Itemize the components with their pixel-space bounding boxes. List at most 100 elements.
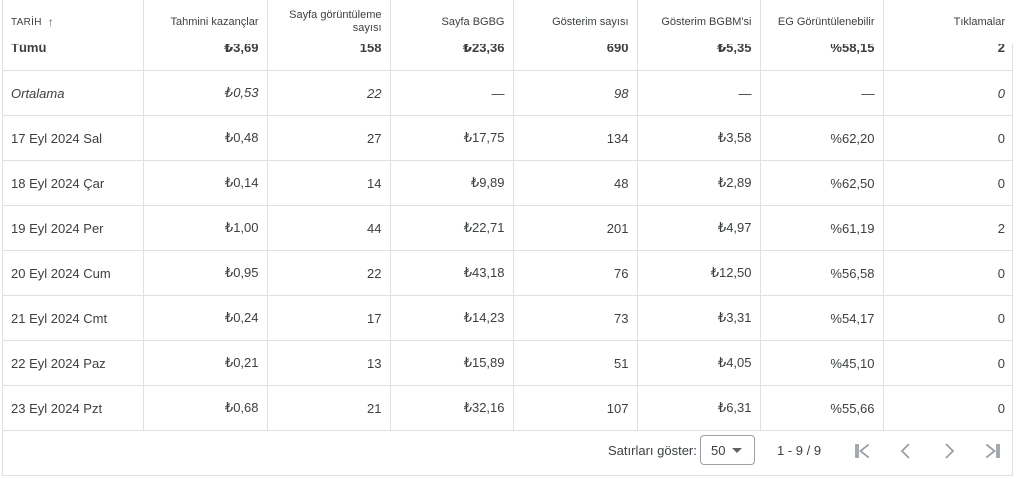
cell-impression-rpm: ₺12,50 bbox=[637, 250, 761, 296]
column-header-pageviews[interactable]: Sayfa görüntüleme sayısı bbox=[267, 0, 391, 44]
table-row: 20 Eyl 2024 Cum ₺0,95 22 ₺43,18 76 ₺12,50 %56,… bbox=[3, 250, 1013, 296]
column-header-page-rpm[interactable]: Sayfa BGBG bbox=[390, 0, 514, 44]
cell-earnings: ₺0,95 bbox=[143, 250, 268, 296]
cell-earnings: ₺0,68 bbox=[143, 385, 268, 431]
cell-impression-rpm: ₺3,58 bbox=[637, 115, 761, 161]
cell-viewable: %45,10 bbox=[760, 340, 884, 386]
cell-clicks: 0 bbox=[883, 160, 1013, 206]
cell-impressions: 51 bbox=[513, 340, 638, 386]
rows-per-page-select[interactable]: 50 bbox=[700, 435, 755, 465]
last-page-icon[interactable] bbox=[981, 439, 1005, 463]
table-row: 21 Eyl 2024 Cmt ₺0,24 17 ₺14,23 73 ₺3,31 %54,1… bbox=[3, 295, 1013, 341]
cell-page-rpm: ₺32,16 bbox=[390, 385, 514, 431]
cell-pageviews: 21 bbox=[267, 385, 391, 431]
cell-page-rpm: ₺14,23 bbox=[390, 295, 514, 341]
report-table: TARİH ↑ Tahmini kazançlar Sayfa görüntüle… bbox=[3, 0, 1013, 431]
table-row: 19 Eyl 2024 Per ₺1,00 44 ₺22,71 201 ₺4,97 %61,… bbox=[3, 205, 1013, 251]
table-row: 17 Eyl 2024 Sal ₺0,48 27 ₺17,75 134 ₺3,58 %62,… bbox=[3, 115, 1013, 161]
total-clicks: 2 bbox=[883, 44, 1013, 71]
column-header-label: TARİH bbox=[11, 16, 42, 28]
total-label: Tümü bbox=[3, 44, 144, 71]
average-clicks: 0 bbox=[883, 70, 1013, 116]
cell-earnings: ₺0,48 bbox=[143, 115, 268, 161]
cell-impressions: 76 bbox=[513, 250, 638, 296]
table-row: 23 Eyl 2024 Pzt ₺0,68 21 ₺32,16 107 ₺6,31 %55,… bbox=[3, 385, 1013, 431]
column-header-earnings[interactable]: Tahmini kazançlar bbox=[143, 0, 268, 44]
cell-clicks: 2 bbox=[883, 205, 1013, 251]
cell-clicks: 0 bbox=[883, 250, 1013, 296]
rows-per-page-label: Satırları göster: bbox=[608, 443, 697, 458]
cell-page-rpm: ₺15,89 bbox=[390, 340, 514, 386]
chevron-right-icon[interactable] bbox=[937, 439, 961, 463]
cell-page-rpm: ₺17,75 bbox=[390, 115, 514, 161]
total-earnings: ₺3,69 bbox=[143, 44, 268, 71]
average-label: Ortalama bbox=[3, 70, 144, 116]
total-impression-rpm: ₺5,35 bbox=[637, 44, 761, 71]
cell-viewable: %54,17 bbox=[760, 295, 884, 341]
cell-clicks: 0 bbox=[883, 385, 1013, 431]
cell-pageviews: 17 bbox=[267, 295, 391, 341]
cell-impression-rpm: ₺4,97 bbox=[637, 205, 761, 251]
cell-impression-rpm: ₺2,89 bbox=[637, 160, 761, 206]
cell-clicks: 0 bbox=[883, 295, 1013, 341]
cell-impressions: 107 bbox=[513, 385, 638, 431]
table-row: 18 Eyl 2024 Çar ₺0,14 14 ₺9,89 48 ₺2,89 %62,50… bbox=[3, 160, 1013, 206]
column-header-date[interactable]: TARİH ↑ bbox=[3, 0, 144, 44]
report-table-panel: TARİH ↑ Tahmini kazançlar Sayfa görüntüle… bbox=[2, 0, 1013, 476]
cell-page-rpm: ₺22,71 bbox=[390, 205, 514, 251]
cell-page-rpm: ₺9,89 bbox=[390, 160, 514, 206]
cell-date: 22 Eyl 2024 Paz bbox=[3, 340, 144, 386]
cell-date: 18 Eyl 2024 Çar bbox=[3, 160, 144, 206]
cell-viewable: %62,20 bbox=[760, 115, 884, 161]
average-impressions: 98 bbox=[513, 70, 638, 116]
cell-viewable: %62,50 bbox=[760, 160, 884, 206]
average-earnings: ₺0,53 bbox=[143, 70, 268, 116]
cell-viewable: %61,19 bbox=[760, 205, 884, 251]
cell-clicks: 0 bbox=[883, 340, 1013, 386]
cell-impression-rpm: ₺6,31 bbox=[637, 385, 761, 431]
pagination-footer: Satırları göster: 50 1 - 9 / 9 bbox=[3, 426, 1013, 476]
cell-date: 20 Eyl 2024 Cum bbox=[3, 250, 144, 296]
first-page-icon[interactable] bbox=[850, 439, 874, 463]
data-rows: 17 Eyl 2024 Sal ₺0,48 27 ₺17,75 134 ₺3,58 %62,… bbox=[3, 115, 1013, 431]
cell-pageviews: 14 bbox=[267, 160, 391, 206]
column-header-impressions[interactable]: Gösterim sayısı bbox=[513, 0, 638, 44]
table-row: 22 Eyl 2024 Paz ₺0,21 13 ₺15,89 51 ₺4,05 %45,1… bbox=[3, 340, 1013, 386]
page-range-text: 1 - 9 / 9 bbox=[777, 443, 822, 458]
cell-date: 21 Eyl 2024 Cmt bbox=[3, 295, 144, 341]
column-header-impression-rpm[interactable]: Gösterim BGBM'si bbox=[637, 0, 761, 44]
total-row: Tümü ₺3,69 158 ₺23,36 690 ₺5,35 %58,15 2 bbox=[3, 44, 1013, 71]
cell-page-rpm: ₺43,18 bbox=[390, 250, 514, 296]
caret-down-icon bbox=[732, 448, 742, 453]
cell-impressions: 73 bbox=[513, 295, 638, 341]
arrow-up-icon[interactable]: ↑ bbox=[48, 15, 54, 29]
average-row: Ortalama ₺0,53 22 — 98 — — 0 bbox=[3, 70, 1013, 116]
average-impression-rpm: — bbox=[637, 70, 761, 116]
column-header-clicks[interactable]: Tıklamalar bbox=[883, 0, 1013, 44]
total-pageviews: 158 bbox=[267, 44, 391, 71]
total-page-rpm: ₺23,36 bbox=[390, 44, 514, 71]
cell-pageviews: 22 bbox=[267, 250, 391, 296]
header-row: TARİH ↑ Tahmini kazançlar Sayfa görüntüle… bbox=[3, 0, 1013, 44]
rows-per-page-value: 50 bbox=[711, 442, 726, 458]
column-header-viewable[interactable]: EG Görüntülenebilir bbox=[760, 0, 884, 44]
cell-earnings: ₺0,24 bbox=[143, 295, 268, 341]
cell-date: 19 Eyl 2024 Per bbox=[3, 205, 144, 251]
total-impressions: 690 bbox=[513, 44, 638, 71]
cell-viewable: %55,66 bbox=[760, 385, 884, 431]
average-viewable: — bbox=[760, 70, 884, 116]
cell-impressions: 48 bbox=[513, 160, 638, 206]
cell-impressions: 134 bbox=[513, 115, 638, 161]
cell-clicks: 0 bbox=[883, 115, 1013, 161]
cell-impression-rpm: ₺4,05 bbox=[637, 340, 761, 386]
total-viewable: %58,15 bbox=[760, 44, 884, 71]
cell-impression-rpm: ₺3,31 bbox=[637, 295, 761, 341]
cell-pageviews: 44 bbox=[267, 205, 391, 251]
cell-date: 17 Eyl 2024 Sal bbox=[3, 115, 144, 161]
cell-pageviews: 27 bbox=[267, 115, 391, 161]
cell-earnings: ₺1,00 bbox=[143, 205, 268, 251]
cell-impressions: 201 bbox=[513, 205, 638, 251]
average-pageviews: 22 bbox=[267, 70, 391, 116]
chevron-left-icon[interactable] bbox=[894, 439, 918, 463]
cell-earnings: ₺0,21 bbox=[143, 340, 268, 386]
